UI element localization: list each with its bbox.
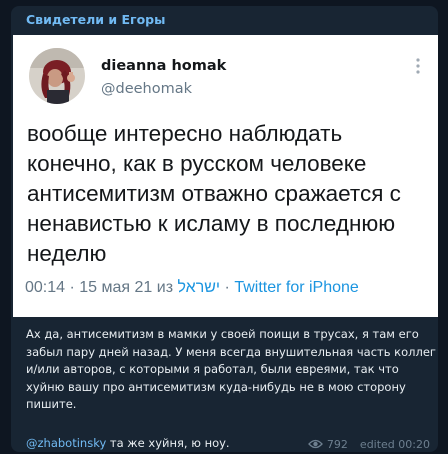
post-caption: Ах да, антисемитизм в мамки у своей поищ…	[26, 327, 436, 411]
tweet-time: 00:14	[25, 279, 66, 296]
avatar-image	[29, 48, 85, 104]
reply-text: та же хуйня, ю ноу.	[106, 436, 230, 450]
tweet-meta: 00:14 · 15 мая 21 из ישראל · Twitter for…	[25, 279, 359, 297]
avatar[interactable]	[29, 48, 85, 104]
edited-time: 00:20	[398, 438, 430, 451]
views-count: 792	[326, 438, 348, 451]
separator: ·	[220, 279, 235, 296]
eye-icon	[308, 439, 323, 452]
tweet-author-handle[interactable]: @deehomak	[101, 81, 192, 97]
tweet-author-name[interactable]: dieanna homak	[101, 58, 226, 74]
more-vertical-icon[interactable]	[415, 57, 421, 75]
reply-line: @zhabotinsky та же хуйня, ю ноу.	[26, 436, 230, 450]
edited-label: edited	[359, 438, 395, 451]
channel-name[interactable]: Свидетели и Егоры	[26, 12, 165, 27]
message-bubble: Свидетели и Егоры dieanna homak @deehoma…	[11, 6, 438, 452]
separator: ·	[65, 279, 80, 296]
reply-mention-link[interactable]: @zhabotinsky	[26, 436, 106, 450]
tweet-source-link[interactable]: Twitter for iPhone	[234, 279, 359, 296]
tweet-card[interactable]: dieanna homak @deehomak вообще интересно…	[13, 35, 438, 317]
tweet-text: вообще интересно наблюдать конечно, как …	[27, 121, 401, 266]
message-footer: 792 edited 00:20	[308, 438, 430, 452]
from-word: из	[156, 279, 174, 296]
tweet-date: 15 мая 21	[79, 279, 153, 296]
tweet-location-link[interactable]: ישראל	[178, 279, 221, 296]
